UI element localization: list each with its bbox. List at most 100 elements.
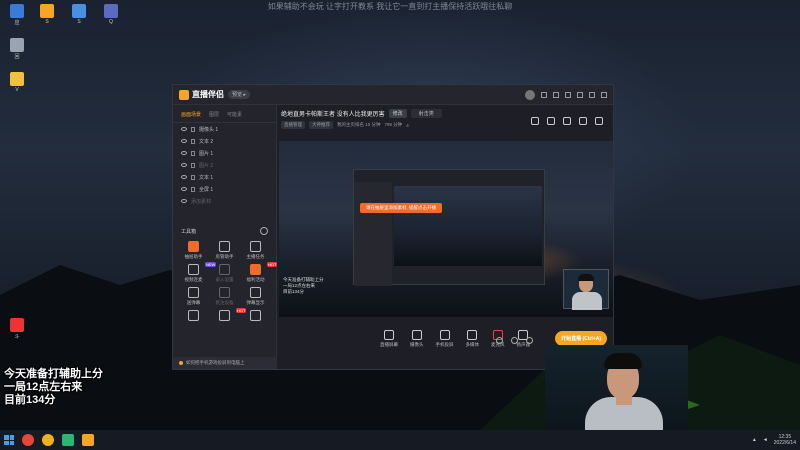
edit-title-button[interactable]: 修改: [388, 109, 407, 118]
desktop-icon[interactable]: 应: [6, 4, 28, 26]
start-button[interactable]: [4, 435, 14, 445]
viewer-count: 4: [406, 122, 409, 128]
tab-materials[interactable]: 可能素: [227, 111, 242, 118]
tool-label: 批注设备: [215, 300, 234, 305]
tool-item[interactable]: HOT: [210, 308, 247, 323]
record-icon[interactable]: [496, 337, 503, 344]
tool-item[interactable]: 录入设置: [210, 264, 239, 283]
tool-item[interactable]: NEW 视频连麦: [179, 262, 217, 283]
phone-cast-button[interactable]: 手机投屏: [436, 330, 454, 348]
desktop-icon[interactable]: Q: [100, 4, 122, 25]
tool-item[interactable]: [179, 310, 208, 323]
tool-label: 福利活动: [246, 277, 265, 282]
stream-preview[interactable]: 请在抽屉里添加素材, 提醒点击开播 今天准备打辅助上分 一局12点左右来 目前1…: [279, 141, 613, 317]
menu-icon[interactable]: [565, 91, 571, 98]
tool-item[interactable]: 送弹幕: [179, 287, 208, 306]
tool-label: 弹幕显示: [246, 300, 265, 305]
lock-icon[interactable]: [191, 126, 195, 132]
timer-icon[interactable]: [511, 337, 518, 344]
lock-icon[interactable]: [191, 174, 195, 180]
start-live-button[interactable]: 开始直播 (Ctrl+A): [555, 331, 607, 346]
desktop-icon[interactable]: V: [6, 72, 28, 93]
lock-icon[interactable]: [547, 117, 555, 125]
tool-item[interactable]: HOT 福利活动: [241, 262, 278, 283]
live-companion-icon[interactable]: [82, 434, 94, 446]
maximize-icon[interactable]: [589, 91, 595, 98]
scene-item-label: 摄像头 1: [199, 126, 219, 133]
tab-layers[interactable]: 图层: [209, 111, 219, 118]
scene-item[interactable]: 图片 2: [173, 159, 276, 171]
desktop-icon-label: 斗: [14, 334, 20, 340]
desktop-icon[interactable]: 回: [6, 38, 28, 60]
media-button[interactable]: 多媒体: [466, 330, 479, 348]
eye-icon[interactable]: [181, 175, 187, 179]
network-icon[interactable]: ▲: [752, 437, 757, 443]
desktop-icon-label: S: [45, 19, 49, 25]
add-tool-icon[interactable]: [260, 227, 268, 235]
desktop-icon[interactable]: S: [36, 4, 58, 25]
tab-scenes[interactable]: 画面场景: [181, 111, 201, 118]
eye-icon[interactable]: [181, 163, 187, 167]
app-icon: [10, 318, 24, 332]
tool-item[interactable]: 主播任务: [241, 241, 270, 260]
tool-label: 送弹幕: [186, 300, 201, 305]
eye-icon[interactable]: [181, 187, 187, 191]
screen-capture-button[interactable]: 直播屏幕: [380, 330, 398, 348]
settings-icon[interactable]: [541, 91, 547, 98]
tool-item[interactable]: [241, 310, 270, 323]
tool-item[interactable]: 批注设备: [210, 287, 239, 306]
tool-icon: [219, 287, 230, 298]
window-controls: [525, 89, 607, 100]
settings-icon[interactable]: [526, 337, 533, 344]
lock-icon[interactable]: [191, 150, 195, 156]
desktop-icon[interactable]: S: [68, 4, 90, 25]
copy-icon[interactable]: [563, 117, 571, 125]
close-icon[interactable]: [601, 91, 607, 98]
scene-item[interactable]: 全屏 1: [173, 183, 276, 195]
tool-label: 主播任务: [246, 254, 265, 259]
message-icon[interactable]: [553, 91, 559, 98]
phone-icon: [439, 330, 450, 340]
tool-item[interactable]: 弹幕显示: [241, 287, 270, 306]
volume-icon[interactable]: ◄: [763, 437, 768, 443]
tool-label: 录入设置: [215, 277, 234, 282]
avatar[interactable]: [525, 89, 535, 100]
room-info-bar: 绝地直男卡帕斯王者 没有人比我更厉害 修改 射击类 直播管理 大神推荐 我的主页…: [281, 109, 611, 133]
minimize-icon[interactable]: [577, 91, 583, 98]
scene-item[interactable]: 图片 1: [173, 147, 276, 159]
bell-icon[interactable]: [579, 117, 587, 125]
eye-icon[interactable]: [181, 151, 187, 155]
category-selector[interactable]: 射击类: [410, 109, 442, 118]
lock-icon[interactable]: [191, 162, 195, 168]
help-notice[interactable]: 如何把手机游戏投屏到电脑上: [173, 357, 277, 369]
toolbox-header: 工具箱: [173, 221, 276, 237]
chrome-icon[interactable]: [42, 434, 54, 446]
tool-item[interactable]: 房管助手: [210, 241, 239, 260]
camera-button[interactable]: 摄像头: [410, 330, 424, 348]
lock-icon[interactable]: [191, 138, 195, 144]
lock-icon[interactable]: [191, 186, 195, 192]
record-controls: [496, 337, 533, 344]
layout-icon[interactable]: [531, 117, 539, 125]
share-icon[interactable]: [595, 117, 603, 125]
meta-chip[interactable]: 直播管理: [281, 121, 305, 129]
version-badge[interactable]: 预览 ▸: [228, 90, 250, 99]
scene-item-label: 图片 2: [199, 162, 214, 169]
add-material-button[interactable]: 添加素材: [173, 195, 276, 207]
tool-icon: [219, 264, 230, 275]
eye-icon[interactable]: [181, 139, 187, 143]
scene-item[interactable]: 文本 1: [173, 171, 276, 183]
recycle-bin-icon: [10, 38, 24, 52]
chrome-icon[interactable]: [22, 434, 34, 446]
app-icon[interactable]: [62, 434, 74, 446]
scene-item[interactable]: 摄像头 1: [173, 123, 276, 135]
desktop-icon[interactable]: 斗: [6, 318, 28, 340]
clock[interactable]: 12:35 2022/6/14: [774, 434, 796, 446]
meta-chip[interactable]: 大神推荐: [309, 121, 333, 129]
play-icon: [467, 330, 478, 340]
eye-icon[interactable]: [181, 127, 187, 131]
app-icon: [40, 4, 54, 18]
app-icon: [72, 4, 86, 18]
scene-item[interactable]: 文本 2: [173, 135, 276, 147]
tool-item[interactable]: 抽屉助手: [179, 241, 208, 260]
